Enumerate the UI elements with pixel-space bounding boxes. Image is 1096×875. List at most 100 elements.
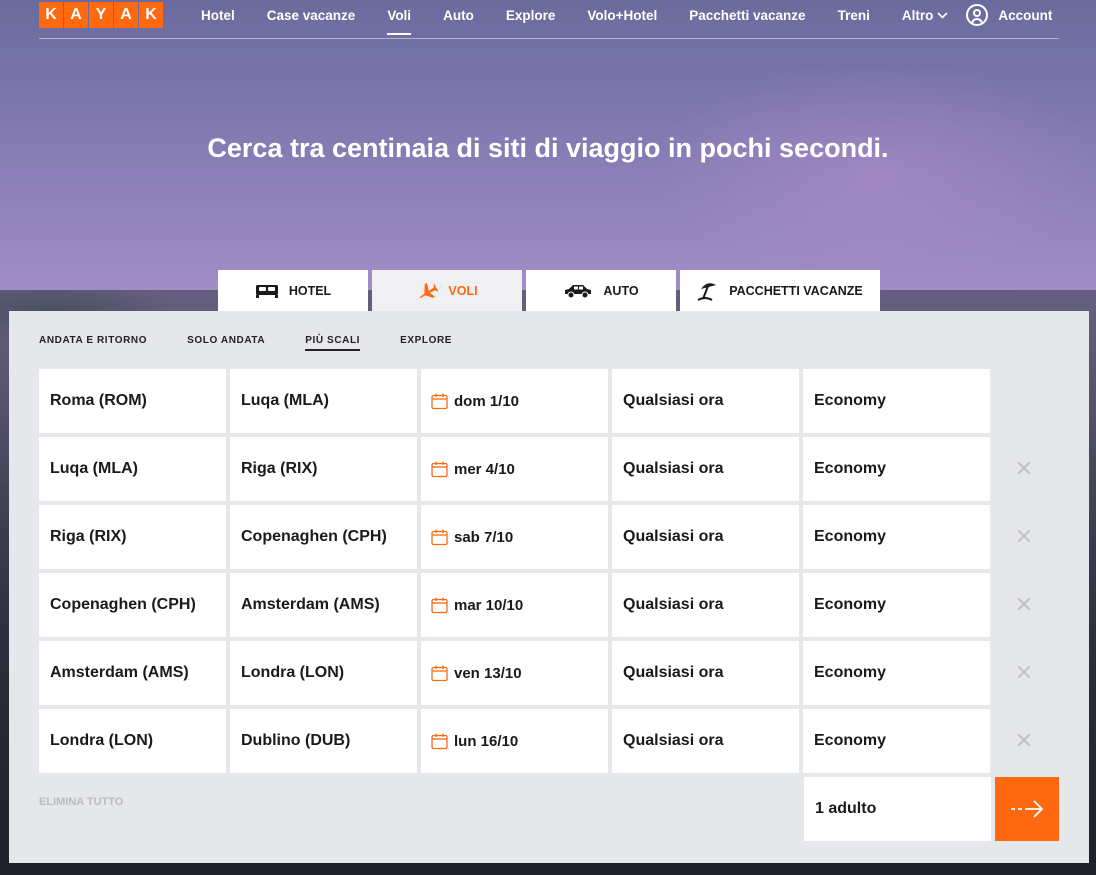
tab-voli-label: VOLI [448, 283, 478, 298]
destination-field[interactable]: Londra (LON) [230, 641, 417, 705]
remove-leg-button[interactable]: ✕ [994, 437, 1054, 501]
calendar-icon [431, 393, 448, 410]
nav-pacchetti-vacanze[interactable]: Pacchetti vacanze [689, 0, 805, 35]
cabin-class-field[interactable]: Economy [803, 641, 990, 705]
calendar-icon [431, 597, 448, 614]
nav-explore[interactable]: Explore [506, 0, 556, 35]
date-value: lun 16/10 [454, 732, 519, 750]
tab-hotel[interactable]: HOTEL [218, 270, 368, 311]
date-value: mer 4/10 [454, 460, 515, 478]
logo-letter: K [39, 2, 63, 28]
cabin-class-field[interactable]: Economy [803, 709, 990, 773]
car-icon [563, 283, 593, 299]
mode-explore[interactable]: EXPLORE [400, 335, 452, 351]
destination-field[interactable]: Luqa (MLA) [230, 369, 417, 433]
calendar-icon [431, 529, 448, 546]
origin-field[interactable]: Londra (LON) [39, 709, 226, 773]
nav-voli[interactable]: Voli [387, 0, 411, 35]
logo-letter: A [64, 2, 88, 28]
origin-field[interactable]: Amsterdam (AMS) [39, 641, 226, 705]
logo-letter: Y [89, 2, 113, 28]
destination-field[interactable]: Dublino (DUB) [230, 709, 417, 773]
date-field[interactable]: dom 1/10 [421, 369, 608, 433]
cabin-class-field[interactable]: Economy [803, 437, 990, 501]
calendar-icon [431, 461, 448, 478]
date-field[interactable]: mer 4/10 [421, 437, 608, 501]
remove-leg-button[interactable]: ✕ [994, 573, 1054, 637]
nav-volo-hotel[interactable]: Volo+Hotel [587, 0, 657, 35]
time-field[interactable]: Qualsiasi ora [612, 369, 799, 433]
flight-legs: Roma (ROM) Luqa (MLA) dom 1/10 Qualsiasi… [39, 369, 1054, 777]
user-icon [966, 4, 989, 26]
nav-hotel[interactable]: Hotel [201, 0, 235, 35]
sky-glow [650, 60, 1096, 280]
calendar-icon [431, 733, 448, 750]
tab-pacchetti-label: PACCHETTI VACANZE [729, 283, 863, 298]
flight-leg-row: Londra (LON) Dublino (DUB) lun 16/10 Qua… [39, 709, 1054, 773]
plane-icon [416, 281, 439, 301]
origin-field[interactable]: Riga (RIX) [39, 505, 226, 569]
destination-field[interactable]: Amsterdam (AMS) [230, 573, 417, 637]
close-icon: ✕ [1014, 728, 1034, 753]
close-icon: ✕ [1014, 592, 1034, 617]
mode-solo-andata[interactable]: SOLO ANDATA [187, 335, 265, 351]
top-nav: K A Y A K Hotel Case vacanze Voli Auto E… [39, 0, 1059, 39]
search-panel: ANDATA E RITORNO SOLO ANDATA PIÙ SCALI E… [9, 311, 1089, 863]
delete-all-button[interactable]: ELIMINA TUTTO [39, 796, 123, 808]
remove-leg-button[interactable]: ✕ [994, 641, 1054, 705]
destination-field[interactable]: Copenaghen (CPH) [230, 505, 417, 569]
date-value: mar 10/10 [454, 596, 524, 614]
date-value: ven 13/10 [454, 664, 522, 682]
time-field[interactable]: Qualsiasi ora [612, 709, 799, 773]
arrow-right-icon [1011, 800, 1044, 818]
origin-field[interactable]: Luqa (MLA) [39, 437, 226, 501]
flight-leg-row: Amsterdam (AMS) Londra (LON) ven 13/10 Q… [39, 641, 1054, 705]
flight-leg-row: Riga (RIX) Copenaghen (CPH) sab 7/10 Qua… [39, 505, 1054, 569]
nav-altro-label: Altro [901, 7, 934, 23]
beach-umbrella-icon [697, 280, 719, 302]
calendar-icon [431, 665, 448, 682]
nav-altro[interactable]: Altro [902, 0, 949, 35]
logo-letter: A [114, 2, 138, 28]
flight-leg-row: Roma (ROM) Luqa (MLA) dom 1/10 Qualsiasi… [39, 369, 1054, 433]
bed-icon [255, 283, 279, 299]
cabin-class-field[interactable]: Economy [803, 505, 990, 569]
time-field[interactable]: Qualsiasi ora [612, 573, 799, 637]
time-field[interactable]: Qualsiasi ora [612, 641, 799, 705]
tab-auto[interactable]: AUTO [526, 270, 676, 311]
date-field[interactable]: mar 10/10 [421, 573, 608, 637]
date-field[interactable]: ven 13/10 [421, 641, 608, 705]
tab-hotel-label: HOTEL [288, 283, 332, 298]
remove-leg-button[interactable]: ✕ [994, 505, 1054, 569]
date-value: dom 1/10 [454, 392, 520, 410]
date-value: sab 7/10 [454, 528, 514, 546]
tab-voli[interactable]: VOLI [372, 270, 522, 311]
cabin-class-field[interactable]: Economy [803, 369, 990, 433]
date-field[interactable]: sab 7/10 [421, 505, 608, 569]
close-icon: ✕ [1014, 456, 1034, 481]
logo-letter: K [139, 2, 163, 28]
flight-leg-row: Luqa (MLA) Riga (RIX) mer 4/10 Qualsiasi… [39, 437, 1054, 501]
search-button[interactable] [995, 777, 1059, 841]
account-button[interactable]: Account [966, 4, 1052, 26]
flight-leg-row: Copenaghen (CPH) Amsterdam (AMS) mar 10/… [39, 573, 1054, 637]
remove-leg-button[interactable]: ✕ [994, 709, 1054, 773]
nav-case-vacanze[interactable]: Case vacanze [267, 0, 356, 35]
tab-pacchetti-vacanze[interactable]: PACCHETTI VACANZE [680, 270, 880, 311]
destination-field[interactable]: Riga (RIX) [230, 437, 417, 501]
close-icon: ✕ [1014, 660, 1034, 685]
nav-treni[interactable]: Treni [838, 0, 870, 35]
close-icon: ✕ [1014, 524, 1034, 549]
nav-auto[interactable]: Auto [443, 0, 474, 35]
chevron-down-icon [937, 11, 948, 19]
kayak-logo[interactable]: K A Y A K [39, 2, 164, 28]
time-field[interactable]: Qualsiasi ora [612, 505, 799, 569]
mode-piu-scali[interactable]: PIÙ SCALI [305, 335, 361, 351]
cabin-class-field[interactable]: Economy [803, 573, 990, 637]
origin-field[interactable]: Roma (ROM) [39, 369, 226, 433]
origin-field[interactable]: Copenaghen (CPH) [39, 573, 226, 637]
date-field[interactable]: lun 16/10 [421, 709, 608, 773]
time-field[interactable]: Qualsiasi ora [612, 437, 799, 501]
travelers-selector[interactable]: 1 adulto [804, 777, 991, 841]
mode-andata-ritorno[interactable]: ANDATA E RITORNO [39, 335, 147, 351]
